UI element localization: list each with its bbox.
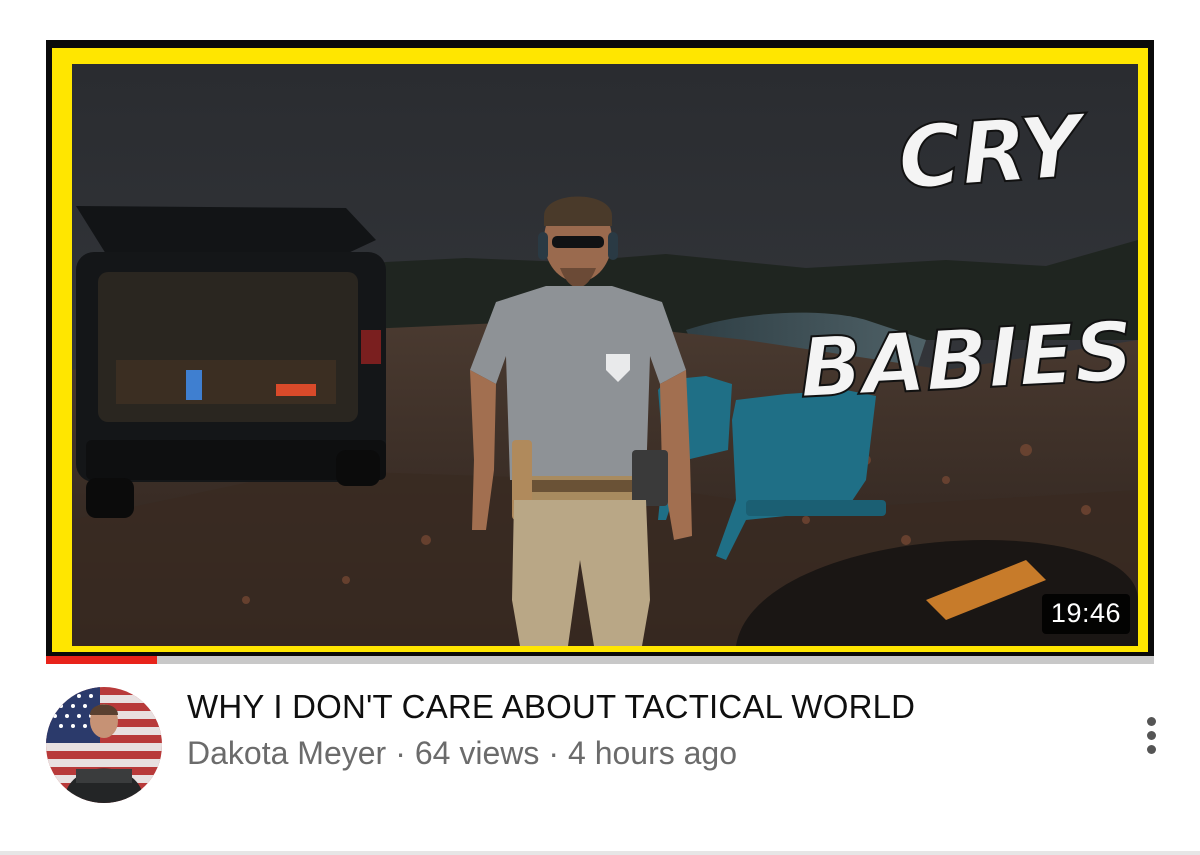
watch-progress-fill xyxy=(46,656,157,664)
thumbnail-text-cry: CRY xyxy=(895,96,1093,209)
channel-name[interactable]: Dakota Meyer xyxy=(187,735,386,771)
menu-dot xyxy=(1147,717,1156,726)
duration-badge: 19:46 xyxy=(1041,594,1130,634)
watch-progress-bar xyxy=(46,656,1154,664)
video-metadata: Dakota Meyer · 64 views · 4 hours ago xyxy=(187,735,737,772)
meta-separator: · xyxy=(395,735,406,771)
channel-avatar[interactable] xyxy=(46,687,162,803)
more-vert-icon[interactable] xyxy=(1132,713,1170,759)
thumbnail-text-babies: BABIES xyxy=(797,304,1136,416)
view-count: 64 views xyxy=(414,735,540,771)
menu-dot xyxy=(1147,731,1156,740)
thumbnail-image: CRY BABIES xyxy=(46,40,1154,656)
video-title[interactable]: WHY I DON'T CARE ABOUT TACTICAL WORLD xyxy=(187,688,915,726)
meta-separator: · xyxy=(548,735,559,771)
video-thumbnail[interactable]: CRY BABIES 19:46 xyxy=(46,40,1154,656)
video-card[interactable]: CRY BABIES 19:46 WHY I DON'T CARE ABOUT … xyxy=(0,0,1200,855)
menu-dot xyxy=(1147,745,1156,754)
upload-age: 4 hours ago xyxy=(568,735,738,771)
divider xyxy=(0,851,1200,855)
